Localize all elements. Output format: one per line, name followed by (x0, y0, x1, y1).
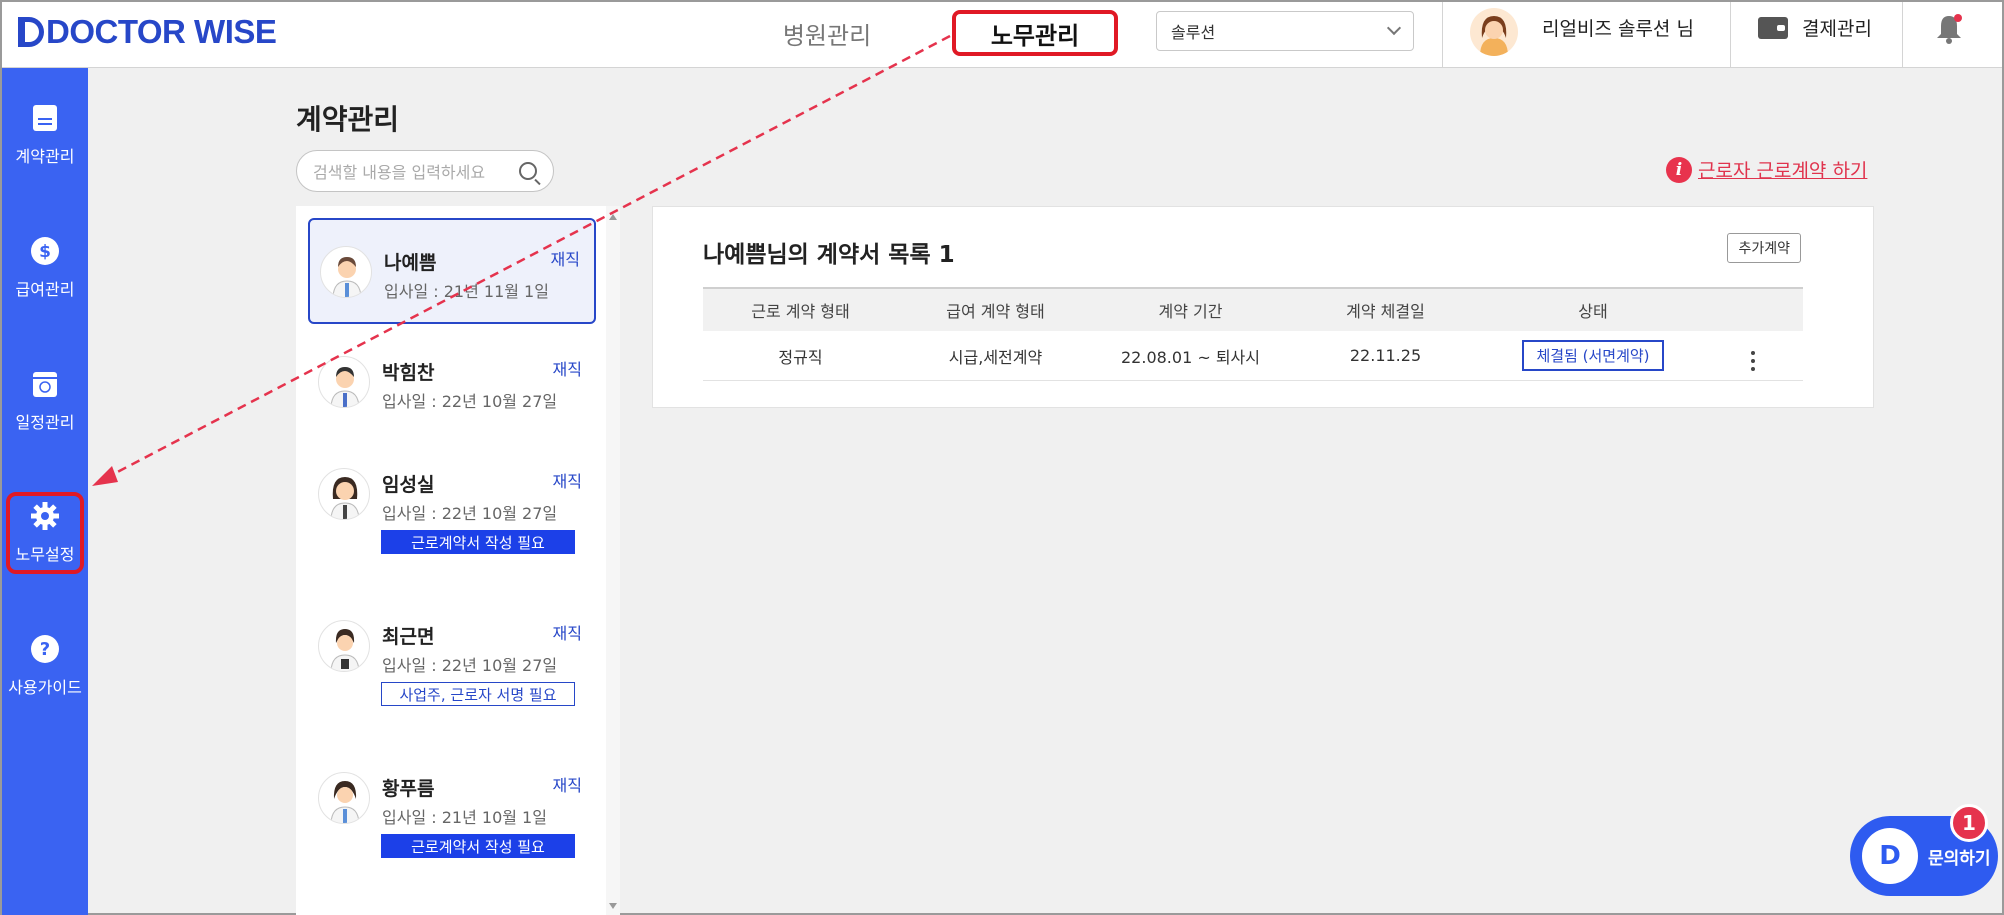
labor-contract-link[interactable]: i 근로자 근로계약 하기 (1666, 156, 1867, 183)
page-title: 계약관리 (296, 103, 400, 136)
avatar (318, 772, 370, 824)
cell-pay-type: 시급,세전계약 (948, 347, 1043, 367)
avatar (318, 620, 370, 672)
sidebar-item-guide[interactable]: ? 사용가이드 (2, 621, 88, 711)
notification-badge: 1 (1950, 804, 1988, 842)
status-badge: 재직 (550, 250, 580, 269)
table-header: 근로 계약 형태 급여 계약 형태 계약 기간 계약 체결일 상태 (703, 287, 1803, 331)
list-item[interactable]: 나예쁨 입사일 : 21년 11월 1일 재직 (308, 218, 596, 324)
sidebar-item-label: 사용가이드 (8, 678, 82, 697)
sidebar-item-schedule[interactable]: 일정관리 (2, 356, 88, 446)
scroll-down-icon[interactable] (609, 903, 617, 909)
employee-name: 나예쁨 (384, 252, 437, 274)
panel-title: 나예쁨님의 계약서 목록 1 (703, 242, 955, 268)
column-header: 근로 계약 형태 (751, 302, 850, 321)
solution-select-value: 솔루션 (1171, 23, 1216, 42)
employee-name: 박힘찬 (382, 362, 435, 384)
labor-contract-link-label: 근로자 근로계약 하기 (1698, 160, 1868, 182)
add-contract-button[interactable]: 추가계약 (1727, 233, 1801, 263)
sidebar-item-label: 계약관리 (15, 147, 75, 166)
list-item[interactable]: 박힘찬 입사일 : 22년 10월 27일 재직 (308, 330, 596, 436)
cell-contract-type: 정규직 (778, 347, 823, 367)
wallet-icon (1758, 16, 1788, 39)
employee-name: 최근면 (382, 626, 435, 648)
cell-signed-date: 22.11.25 (1349, 346, 1422, 365)
document-icon (33, 105, 57, 131)
user-avatar[interactable] (1470, 8, 1518, 56)
status-badge: 재직 (552, 360, 582, 379)
search-icon[interactable] (519, 162, 537, 180)
nav-tab-labor[interactable]: 노무관리 (952, 10, 1118, 56)
header-divider (1902, 2, 1903, 68)
list-scrollbar[interactable] (606, 206, 620, 915)
avatar (318, 356, 370, 408)
contract-panel: 나예쁨님의 계약서 목록 1 추가계약 근로 계약 형태 급여 계약 형태 계약… (652, 206, 1874, 408)
column-header: 급여 계약 형태 (946, 302, 1045, 321)
status-badge: 재직 (552, 472, 582, 491)
avatar (318, 468, 370, 520)
cell-actions (1703, 340, 1803, 371)
chevron-down-icon (1386, 20, 1402, 36)
status-badge: 재직 (552, 776, 582, 795)
list-item[interactable]: 임성실 입사일 : 22년 10월 27일 재직 근로계약서 작성 필요 (308, 442, 596, 554)
inquiry-label: 문의하기 (1928, 848, 1991, 869)
highlight-box (6, 492, 84, 574)
chat-logo-icon: D (1862, 828, 1918, 884)
cell-status: 체결됨 (서면계약) (1483, 340, 1703, 371)
action-required-badge[interactable]: 근로계약서 작성 필요 (381, 530, 575, 554)
list-item[interactable]: 황푸름 입사일 : 21년 10월 1일 재직 근로계약서 작성 필요 (308, 746, 596, 858)
dollar-icon: $ (31, 237, 59, 265)
payment-label: 결제관리 (1802, 18, 1872, 40)
column-header: 상태 (1578, 302, 1608, 321)
calendar-icon (33, 372, 57, 397)
column-header: 계약 체결일 (1346, 302, 1425, 321)
sidebar: 계약관리 $ 급여관리 일정관리 노무설정 ? 사용가이드 (2, 68, 88, 915)
logo-text: DOCTOR WISE (46, 13, 277, 50)
user-name[interactable]: 리얼비즈 솔루션 님 (1542, 14, 1694, 41)
employee-name: 황푸름 (382, 778, 435, 800)
status-badge: 재직 (552, 624, 582, 643)
top-header: DOCTOR WISE 병원관리 노무관리 솔루션 리얼비즈 솔루션 님 결제관… (2, 2, 2002, 68)
employee-hire-date: 입사일 : 21년 10월 1일 (382, 808, 547, 827)
logo-mark-icon (18, 17, 44, 47)
nav-tab-hospital[interactable]: 병원관리 (762, 10, 892, 56)
employee-name: 임성실 (382, 474, 435, 496)
employee-list: 나예쁨 입사일 : 21년 11월 1일 재직 박힘찬 입사일 : 22년 10… (296, 206, 610, 915)
contract-table: 근로 계약 형태 급여 계약 형태 계약 기간 계약 체결일 상태 정규직 시급… (703, 287, 1803, 381)
scroll-up-icon[interactable] (609, 214, 617, 220)
sidebar-item-salary[interactable]: $ 급여관리 (2, 223, 88, 313)
inquiry-button[interactable]: D 문의하기 1 (1850, 804, 1998, 896)
sidebar-item-contract[interactable]: 계약관리 (2, 90, 88, 180)
table-row[interactable]: 정규직 시급,세전계약 22.08.01 ~ 퇴사시 22.11.25 체결됨 … (703, 331, 1803, 381)
user-avatar-icon (1480, 16, 1508, 56)
employee-hire-date: 입사일 : 21년 11월 1일 (384, 282, 549, 301)
svg-text:?: ? (40, 639, 50, 660)
info-icon: i (1666, 156, 1692, 183)
employee-hire-date: 입사일 : 22년 10월 27일 (382, 392, 558, 411)
sidebar-item-label: 급여관리 (15, 280, 75, 299)
signature-required-badge[interactable]: 사업주, 근로자 서명 필요 (381, 682, 575, 706)
search-input[interactable]: 검색할 내용을 입력하세요 (296, 150, 554, 192)
logo[interactable]: DOCTOR WISE (18, 12, 277, 52)
question-icon: ? (31, 635, 59, 663)
sidebar-item-label: 일정관리 (15, 413, 75, 432)
cell-period: 22.08.01 ~ 퇴사시 (1121, 347, 1260, 367)
column-header: 계약 기간 (1158, 302, 1223, 321)
svg-text:$: $ (39, 242, 51, 262)
employee-hire-date: 입사일 : 22년 10월 27일 (382, 656, 558, 675)
search-placeholder: 검색할 내용을 입력하세요 (313, 163, 486, 182)
avatar (320, 246, 372, 298)
bell-icon[interactable] (1932, 12, 1966, 46)
header-divider (1442, 2, 1443, 68)
list-item[interactable]: 최근면 입사일 : 22년 10월 27일 재직 사업주, 근로자 서명 필요 (308, 594, 596, 706)
employee-hire-date: 입사일 : 22년 10월 27일 (382, 504, 558, 523)
header-divider (1730, 2, 1731, 68)
action-required-badge[interactable]: 근로계약서 작성 필요 (381, 834, 575, 858)
more-vertical-icon[interactable] (1751, 351, 1755, 371)
payment-menu[interactable]: 결제관리 (1758, 14, 1872, 41)
solution-select[interactable]: 솔루션 (1156, 11, 1414, 51)
status-button[interactable]: 체결됨 (서면계약) (1522, 340, 1664, 371)
